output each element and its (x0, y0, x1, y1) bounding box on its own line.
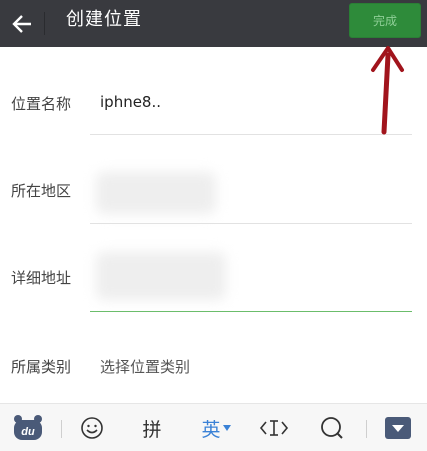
create-location-page: 创建位置 完成 位置名称 iphne8.. 所在地区 详细地址 所属类别 选择位… (0, 0, 427, 451)
red-annotation-arrow-icon (371, 46, 404, 135)
